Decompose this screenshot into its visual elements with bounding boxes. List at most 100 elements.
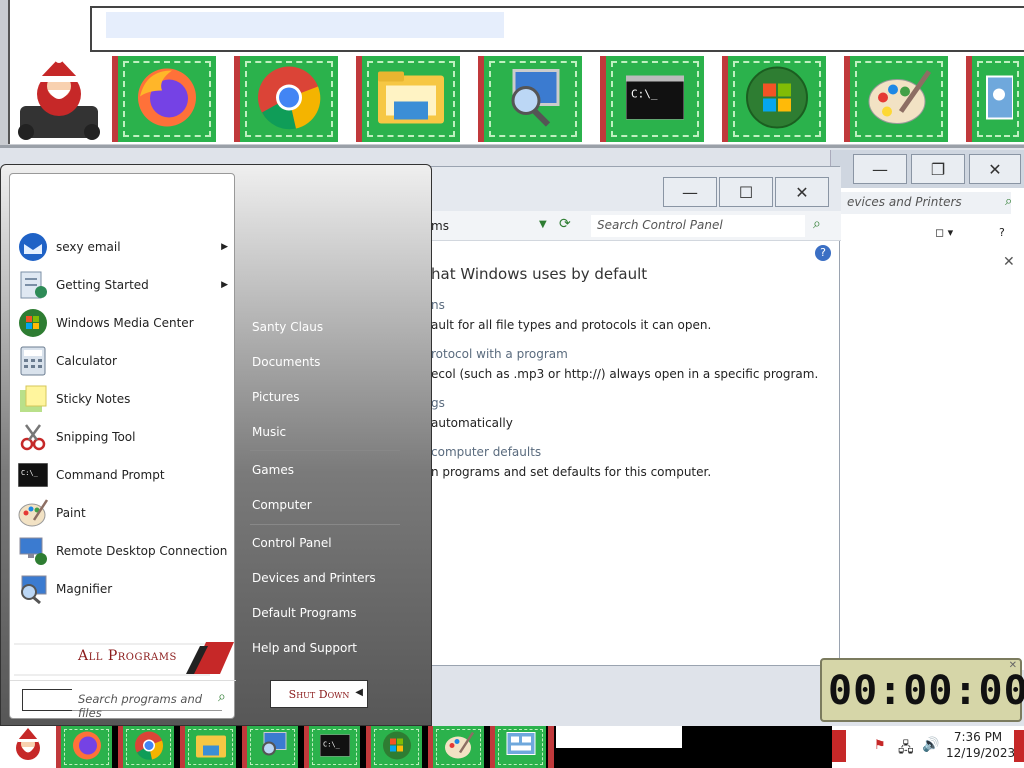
taskbar-chrome[interactable] [118,726,174,768]
getting-started-icon [18,270,48,300]
search-icon[interactable]: ⌕ [813,216,821,232]
close-button[interactable]: ✕ [969,154,1021,184]
taskbar-windows-media-center[interactable] [366,726,422,768]
program-label: Getting Started [56,278,149,292]
start-button[interactable] [0,726,56,768]
start-right-games[interactable]: Games [252,463,294,477]
file-explorer-icon [195,732,227,763]
all-programs-button[interactable]: All Programs [10,640,234,680]
start-right-computer[interactable]: Computer [252,498,312,512]
magnifier-icon [18,574,48,604]
search-icon[interactable]: ⌕ [1005,194,1012,209]
program-sticky-notes[interactable]: Sticky Notes [18,382,228,416]
show-desktop-button[interactable] [1014,730,1024,762]
network-search-icon [258,731,288,764]
program-paint[interactable]: Paint [18,496,228,530]
taskbar-control-panel[interactable] [490,726,546,768]
minimize-icon: — [682,182,698,202]
dock-item-network-search[interactable] [478,56,582,142]
breadcrumb[interactable]: ms [431,219,449,233]
volume-icon[interactable]: 🔊 [922,737,939,753]
section-link-computer-defaults[interactable]: computer defaults [431,445,541,459]
shutdown-button[interactable]: Shut Down ◀ [270,680,368,708]
refresh-icon[interactable]: ⟳ [559,216,571,232]
taskbar: C:\_ ⚑ 🖧 🔊 7:36 PM 12/19/2023 [0,726,1024,768]
dismiss-icon[interactable]: ✕ [1003,254,1015,270]
cp-search-input[interactable]: Search Control Panel [591,215,805,237]
top-bar-fill [106,12,504,38]
program-windows-media-center[interactable]: Windows Media Center [18,306,228,340]
start-search-input[interactable]: Search programs and files [72,689,222,720]
program-getting-started[interactable]: Getting Started ▶ [18,268,228,302]
start-right-documents[interactable]: Documents [252,355,320,369]
start-right-santy-claus[interactable]: Santy Claus [252,320,323,334]
cp-minimize-button[interactable]: — [663,177,717,207]
program-label: Windows Media Center [56,316,194,330]
tray-date[interactable]: 12/19/2023 [946,746,1015,760]
devices-search-input[interactable]: evices and Printers [841,192,1011,214]
dock-item-paint[interactable] [844,56,948,142]
tray-time[interactable]: 7:36 PM [946,730,1010,744]
section-link-autoplay[interactable]: gs [431,396,445,410]
devices-printers-window: — ❐ ✕ evices and Printers ⌕ ◻ ▾ ? ✕ [830,150,1024,670]
help-icon[interactable]: ? [999,226,1005,239]
start-right-pictures[interactable]: Pictures [252,390,300,404]
shutdown-options-icon[interactable]: ◀ [355,687,363,698]
svg-text:C:\_: C:\_ [323,741,341,749]
cp-close-button[interactable]: ✕ [775,177,829,207]
start-menu: sexy email ▶ Getting Started ▶ Windows Med… [0,164,432,726]
chrome-icon [134,731,164,764]
minimize-button[interactable]: — [853,154,907,184]
snipping-tool-icon [18,422,48,452]
program-label: Paint [56,506,86,520]
section-link-associate[interactable]: rotocol with a program [431,347,568,361]
dock-item-control-panel[interactable] [966,56,1024,142]
top-bar-frame [90,6,1024,52]
chrome-icon [256,65,322,134]
start-right-divider [250,524,400,525]
program-sexy-email[interactable]: sexy email ▶ [18,230,228,264]
start-right-default-programs[interactable]: Default Programs [252,606,357,620]
search-cursor-box[interactable] [22,689,74,711]
dock-item-chrome[interactable] [234,56,338,142]
program-command-prompt[interactable]: C:\_ Command Prompt [18,458,228,492]
start-right-music[interactable]: Music [252,425,286,439]
start-right-control-panel[interactable]: Control Panel [252,536,332,550]
program-label: Remote Desktop Connection [56,544,228,558]
network-icon[interactable]: 🖧 [898,737,914,761]
chevron-down-icon[interactable]: ▼ [539,219,547,230]
search-icon[interactable]: ⌕ [218,689,226,705]
dock-item-command-prompt[interactable]: C:\_ [600,56,704,142]
section-desc: ault for all file types and protocols it… [431,318,712,332]
help-icon[interactable]: ? [815,245,831,261]
taskbar-network-search[interactable] [242,726,298,768]
taskbar-paint[interactable] [428,726,484,768]
program-magnifier[interactable]: Magnifier [18,572,228,606]
cp-maximize-button[interactable]: ☐ [719,177,773,207]
view-toggle-icon[interactable]: ◻ ▾ [935,226,953,239]
section-link-default-programs[interactable]: ns [431,298,445,312]
taskbar-command-prompt[interactable]: C:\_ [304,726,360,768]
restore-button[interactable]: ❐ [911,154,965,184]
maximize-icon: ☐ [738,182,754,202]
command-prompt-icon: C:\_ [625,75,685,123]
program-calculator[interactable]: Calculator [18,344,228,378]
section-desc: ecol (such as .mp3 or http://) always op… [431,367,819,381]
submenu-arrow-icon: ▶ [221,280,228,290]
program-label: sexy email [56,240,121,254]
start-right-devices-printers[interactable]: Devices and Printers [252,571,376,585]
santa-avatar[interactable] [10,55,108,142]
dock-item-file-explorer[interactable] [356,56,460,142]
taskbar-file-explorer[interactable] [180,726,236,768]
paint-icon [867,68,932,131]
dock-item-firefox[interactable] [112,56,216,142]
program-remote-desktop[interactable]: Remote Desktop Connection [18,534,228,568]
command-prompt-icon: C:\_ [319,734,350,760]
program-snipping-tool[interactable]: Snipping Tool [18,420,228,454]
address-bar: ms ▼ ⟳ Search Control Panel ⌕ [421,211,841,241]
taskbar-firefox[interactable] [56,726,112,768]
action-center-flag-icon[interactable]: ⚑ [874,738,886,753]
dock-item-windows-media-center[interactable] [722,56,826,142]
start-right-help-support[interactable]: Help and Support [252,641,357,655]
timer-close-icon[interactable]: ✕ [1009,660,1017,671]
